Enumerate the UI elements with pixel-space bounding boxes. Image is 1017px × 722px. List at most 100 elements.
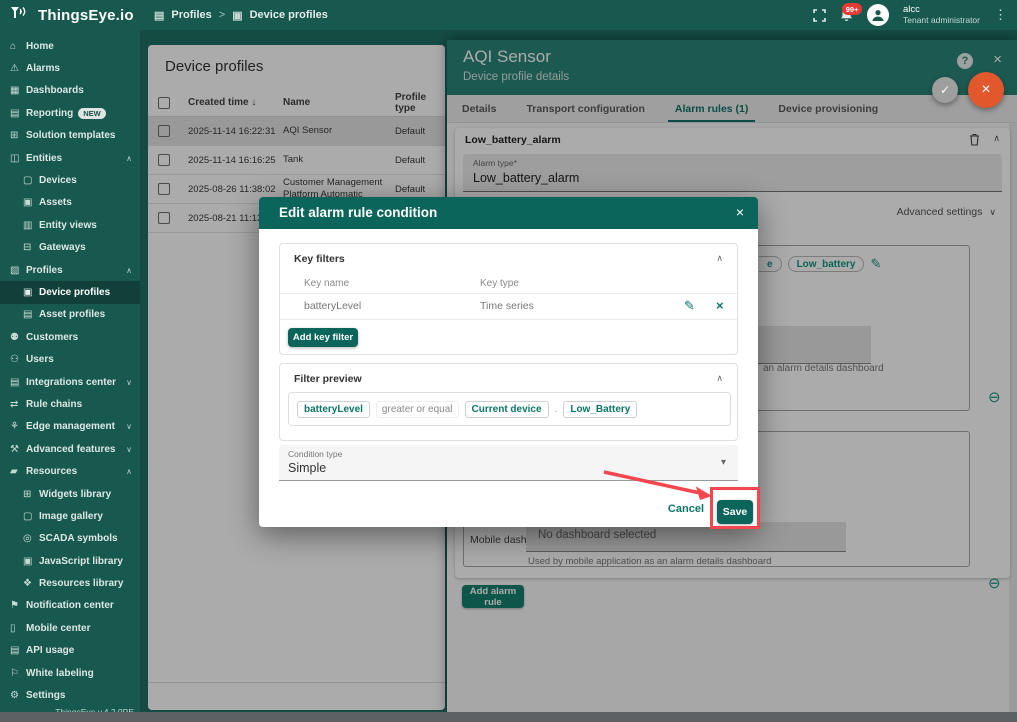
sidebar-item-alarms[interactable]: ⚠ Alarms <box>0 57 140 79</box>
chevron-icon: ∧ <box>126 266 132 275</box>
sidebar-item-label: Widgets library <box>39 489 111 500</box>
sidebar-item-assets[interactable]: ▣ Assets <box>0 192 140 214</box>
sidebar-item-label: Assets <box>39 197 72 208</box>
bottom-strip <box>0 712 1017 722</box>
resources-icon: ▰ <box>10 466 26 477</box>
solution-templates-icon: ⊞ <box>10 130 26 141</box>
profiles-icon: ▧ <box>10 265 26 276</box>
breadcrumb-device-profiles[interactable]: Device profiles <box>250 9 328 21</box>
sidebar-item-label: Advanced features <box>26 444 115 455</box>
avatar[interactable] <box>867 4 889 26</box>
breadcrumb-profiles-icon: ▤ <box>154 9 164 22</box>
filter-key-chip[interactable]: batteryLevel <box>297 401 370 418</box>
sidebar-item-dashboards[interactable]: ▦ Dashboards <box>0 80 140 102</box>
sidebar-item-scada-symbols[interactable]: ◎ SCADA symbols <box>0 528 140 550</box>
sidebar-item-integrations-center[interactable]: ▤ Integrations center ∨ <box>0 371 140 393</box>
column-key-name: Key name <box>304 278 349 289</box>
dialog-title: Edit alarm rule condition <box>279 205 437 220</box>
assets-icon: ▣ <box>23 197 39 208</box>
logo[interactable]: ThingsEye.io <box>0 5 140 26</box>
filter-operation: greater or equal <box>376 401 459 418</box>
settings-icon: ⚙ <box>10 690 26 701</box>
sidebar-item-notification-center[interactable]: ⚑ Notification center <box>0 595 140 617</box>
sidebar-item-label: Asset profiles <box>39 309 105 320</box>
sidebar-item-javascript-library[interactable]: ▣ JavaScript library <box>0 550 140 572</box>
chevron-icon: ∨ <box>126 445 132 454</box>
sidebar-item-label: SCADA symbols <box>39 533 118 544</box>
discard-changes-fab[interactable]: × <box>968 72 1004 108</box>
user-name: alcc <box>903 5 980 16</box>
sidebar-item-users[interactable]: ⚇ Users <box>0 348 140 370</box>
entity-views-icon: ▥ <box>23 220 39 231</box>
sidebar-item-asset-profiles[interactable]: ▤ Asset profiles <box>0 304 140 326</box>
sidebar-item-settings[interactable]: ⚙ Settings <box>0 684 140 706</box>
filter-entity-chip[interactable]: Current device <box>465 401 549 418</box>
key-filter-type: Time series <box>480 300 534 312</box>
filter-value-chip[interactable]: Low_Battery <box>563 401 637 418</box>
sidebar-item-api-usage[interactable]: ▤ API usage <box>0 640 140 662</box>
top-bar: ThingsEye.io ▤ Profiles > ▣ Device profi… <box>0 0 1017 30</box>
edit-key-filter-icon[interactable]: ✎ <box>684 298 695 314</box>
breadcrumb-profiles[interactable]: Profiles <box>171 9 211 21</box>
rule-chains-icon: ⇄ <box>10 399 26 410</box>
sidebar-item-label: JavaScript library <box>39 556 123 567</box>
new-badge: NEW <box>78 108 106 119</box>
sidebar-item-home[interactable]: ⌂ Home <box>0 35 140 57</box>
delete-key-filter-icon[interactable]: × <box>716 298 724 313</box>
sidebar-item-entities[interactable]: ◫ Entities ∧ <box>0 147 140 169</box>
sidebar-item-image-gallery[interactable]: ▢ Image gallery <box>0 505 140 527</box>
dialog-close-icon[interactable]: × <box>736 204 744 220</box>
sidebar-item-profiles[interactable]: ▧ Profiles ∧ <box>0 259 140 281</box>
close-icon: × <box>981 81 990 99</box>
alarms-icon: ⚠ <box>10 63 26 74</box>
thingseye-logo-icon <box>10 5 32 26</box>
user-info[interactable]: alcc Tenant administrator <box>903 5 980 26</box>
sidebar-item-edge-management[interactable]: ⚘ Edge management ∨ <box>0 416 140 438</box>
user-role: Tenant administrator <box>903 16 980 26</box>
sidebar-item-label: Settings <box>26 690 65 701</box>
check-icon: ✓ <box>940 83 950 97</box>
sidebar-item-rule-chains[interactable]: ⇄ Rule chains <box>0 393 140 415</box>
sidebar-item-solution-templates[interactable]: ⊞ Solution templates <box>0 125 140 147</box>
sidebar-item-label: Integrations center <box>26 377 116 388</box>
sidebar-item-label: Mobile center <box>26 623 90 634</box>
edge-management-icon: ⚘ <box>10 421 26 432</box>
sidebar-item-label: API usage <box>26 645 74 656</box>
collapse-filter-preview-icon[interactable]: ∧ <box>716 373 723 384</box>
sidebar-item-customers[interactable]: ⚉ Customers <box>0 326 140 348</box>
more-vert-icon[interactable]: ⋮ <box>994 7 1007 23</box>
apply-changes-fab[interactable]: ✓ <box>932 77 958 103</box>
notification-count-badge: 99+ <box>842 3 862 15</box>
sidebar-item-resources-library[interactable]: ❖ Resources library <box>0 572 140 594</box>
sidebar-item-label: Notification center <box>26 600 114 611</box>
sidebar-item-entity-views[interactable]: ▥ Entity views <box>0 214 140 236</box>
sidebar-item-device-profiles[interactable]: ▣ Device profiles <box>0 281 140 303</box>
sidebar-item-devices[interactable]: ▢ Devices <box>0 169 140 191</box>
sidebar-item-reporting[interactable]: ▤ Reporting NEW <box>0 102 140 124</box>
sidebar-item-resources[interactable]: ▰ Resources ∧ <box>0 460 140 482</box>
sidebar-item-label: Dashboards <box>26 85 84 96</box>
sidebar-item-white-labeling[interactable]: ⚐ White labeling <box>0 662 140 684</box>
collapse-key-filters-icon[interactable]: ∧ <box>716 253 723 264</box>
chevron-icon: ∧ <box>126 467 132 476</box>
sidebar-item-label: Profiles <box>26 265 63 276</box>
advanced-features-icon: ⚒ <box>10 444 26 455</box>
sidebar-item-label: Devices <box>39 175 77 186</box>
sidebar-item-mobile-center[interactable]: ▯ Mobile center <box>0 617 140 639</box>
brand-name: ThingsEye.io <box>38 7 134 24</box>
key-filter-name: batteryLevel <box>304 300 361 312</box>
sidebar-item-label: Customers <box>26 332 78 343</box>
add-key-filter-button[interactable]: Add key filter <box>288 328 358 347</box>
sidebar: ⌂ Home ⚠ Alarms ▦ Dashboards ▤ Re <box>0 30 140 712</box>
sidebar-item-label: Gateways <box>39 242 86 253</box>
fullscreen-icon[interactable] <box>813 9 826 22</box>
sidebar-item-gateways[interactable]: ⊟ Gateways <box>0 237 140 259</box>
resources-library-icon: ❖ <box>23 578 39 589</box>
entities-icon: ◫ <box>10 153 26 164</box>
integrations-center-icon: ▤ <box>10 377 26 388</box>
chevron-icon: ∨ <box>126 378 132 387</box>
sidebar-item-widgets-library[interactable]: ⊞ Widgets library <box>0 483 140 505</box>
sidebar-item-advanced-features[interactable]: ⚒ Advanced features ∨ <box>0 438 140 460</box>
notifications-bell-icon[interactable]: 99+ <box>840 8 853 22</box>
mobile-center-icon: ▯ <box>10 623 26 634</box>
